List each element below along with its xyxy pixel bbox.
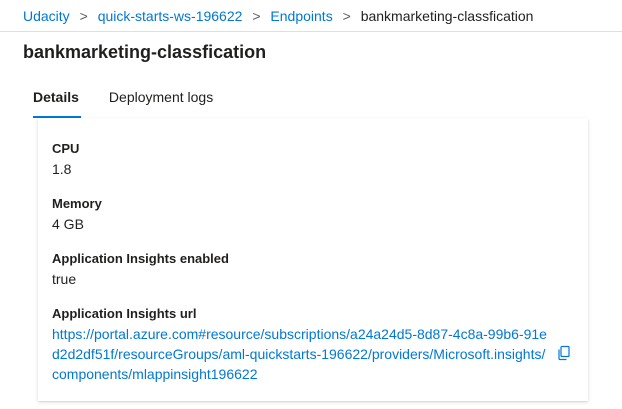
app-insights-url-row: https://portal.azure.com#resource/subscr… — [52, 324, 572, 384]
app-insights-enabled-field: Application Insights enabled true — [52, 249, 572, 289]
partial-field-value: -- — [52, 118, 572, 124]
breadcrumb-separator: > — [252, 7, 261, 24]
copy-icon[interactable] — [556, 345, 572, 361]
memory-value: 4 GB — [52, 216, 84, 232]
app-insights-url-label: Application Insights url — [52, 306, 197, 321]
memory-label: Memory — [52, 196, 102, 211]
partial-field: -- — [52, 118, 572, 124]
app-insights-enabled-value: true — [52, 271, 77, 287]
details-card: -- CPU 1.8 Memory 4 GB Application Insig… — [38, 118, 588, 401]
breadcrumb-workspace[interactable]: quick-starts-ws-196622 — [98, 8, 243, 24]
breadcrumb-separator: > — [79, 7, 88, 24]
details-list: -- CPU 1.8 Memory 4 GB Application Insig… — [52, 118, 572, 399]
breadcrumb-udacity[interactable]: Udacity — [23, 8, 70, 24]
page-title: bankmarketing-classfication — [23, 42, 267, 62]
app-insights-enabled-label: Application Insights enabled — [52, 251, 229, 266]
breadcrumb: Udacity > quick-starts-ws-196622 > Endpo… — [0, 0, 622, 32]
breadcrumb-separator: > — [342, 7, 351, 24]
tab-bar: Details Deployment logs — [23, 86, 223, 118]
breadcrumb-current: bankmarketing-classfication — [360, 7, 534, 24]
tab-details[interactable]: Details — [23, 86, 89, 118]
cpu-field: CPU 1.8 — [52, 139, 572, 179]
cpu-value: 1.8 — [52, 161, 72, 177]
app-insights-url-field: Application Insights url https://portal.… — [52, 304, 572, 384]
memory-field: Memory 4 GB — [52, 194, 572, 234]
breadcrumb-endpoints[interactable]: Endpoints — [270, 8, 332, 24]
app-insights-url-link[interactable]: https://portal.azure.com#resource/subscr… — [52, 324, 550, 384]
tab-deployment-logs[interactable]: Deployment logs — [99, 86, 223, 118]
cpu-label: CPU — [52, 141, 80, 156]
